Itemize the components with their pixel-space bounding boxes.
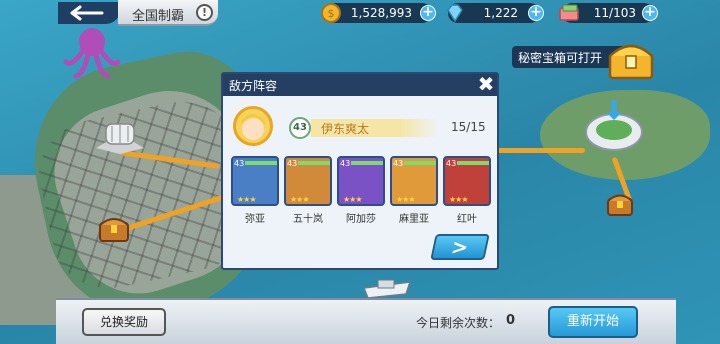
card-name: 阿加莎 (346, 214, 376, 225)
opponent-level: 43 (289, 117, 311, 139)
landmark-gate-icon (96, 123, 144, 154)
card-hp-bar (245, 161, 277, 165)
card-stars: ★★★ (396, 195, 415, 204)
back-arrow-icon (70, 5, 104, 21)
add-coin-button[interactable]: + (420, 5, 436, 21)
card-name: 红叶 (457, 214, 477, 225)
page-title: 全国制霸 (132, 9, 185, 24)
card-hp-bar (457, 161, 489, 165)
card-level: 43 (393, 159, 404, 168)
map-route (495, 148, 585, 153)
card-stars: ★★★ (290, 195, 309, 204)
card-level: 43 (287, 159, 298, 168)
ticket-value: 11/103 (593, 6, 636, 20)
opponent-avatar (233, 106, 273, 146)
add-ticket-button[interactable]: + (642, 5, 658, 21)
back-button[interactable] (58, 2, 120, 24)
coin-counter: $ 1,528,993 + (321, 3, 436, 23)
map-chest-icon[interactable] (98, 213, 130, 243)
treasure-chest-icon[interactable] (606, 36, 656, 82)
card-name: 弥亚 (245, 214, 265, 225)
dialog-title: 敌方阵容 (229, 79, 278, 93)
card-level: 43 (340, 159, 351, 168)
enemy-card[interactable]: 43 ★★★ (390, 156, 438, 206)
enemy-card[interactable]: 43 ★★★ (284, 156, 332, 206)
top-bar: 全国制霸 ! $ 1,528,993 + 1,222 + 11/103 + (0, 0, 720, 28)
enemy-card[interactable]: 43 ★★★ (443, 156, 491, 206)
coin-value: 1,528,993 (350, 6, 412, 20)
opponent-name: 伊东爽太 (321, 122, 370, 136)
restart-button[interactable]: 重新开始 (548, 306, 638, 338)
card-level: 43 (234, 159, 245, 168)
dialog-header: 敌方阵容 ✖ (223, 74, 497, 96)
card-stars: ★★★ (343, 195, 362, 204)
ticket-counter: 11/103 + (559, 3, 658, 23)
bottom-bar: 兑换奖励 今日剩余次数： 0 重新开始 (56, 298, 676, 344)
enemy-cards: 43 ★★★ 弥亚 43 ★★★ 五十岚 43 ★★★ 阿加莎 43 ★★★ 麻… (231, 156, 491, 226)
info-icon[interactable]: ! (196, 4, 213, 21)
add-diamond-button[interactable]: + (528, 5, 544, 21)
card-hp-bar (298, 161, 330, 165)
card-stars: ★★★ (237, 195, 256, 204)
enemy-card[interactable]: 43 ★★★ (231, 156, 279, 206)
secret-chest-label: 秘密宝箱可打开 (518, 51, 603, 65)
diamond-icon (447, 4, 463, 23)
stadium-icon (585, 100, 643, 151)
page-title-plate: 全国制霸 ! (118, 0, 218, 26)
coin-icon: $ (321, 3, 341, 23)
avatar-face-icon (241, 114, 265, 140)
remaining-attempts-count: 0 (506, 313, 516, 328)
enemy-card[interactable]: 43 ★★★ (337, 156, 385, 206)
card-hp-bar (351, 161, 383, 165)
ticket-icon (559, 4, 579, 21)
card-name: 五十岚 (293, 214, 323, 225)
lineup-count: 15/15 (451, 120, 486, 134)
diamond-value: 1,222 (483, 6, 518, 20)
map-chest-icon[interactable] (606, 190, 634, 218)
card-hp-bar (404, 161, 436, 165)
card-stars: ★★★ (449, 195, 468, 204)
enemy-lineup-dialog: 敌方阵容 ✖ 43 伊东爽太 15/15 43 ★★★ 弥亚 43 ★★★ 五十… (221, 72, 499, 270)
close-button[interactable]: ✖ (475, 74, 497, 96)
svg-text:$: $ (328, 7, 335, 20)
diamond-counter: 1,222 + (447, 3, 544, 23)
next-button[interactable]: > (430, 234, 490, 260)
card-name: 麻里亚 (399, 214, 429, 225)
octopus-icon (63, 28, 121, 79)
redeem-reward-button[interactable]: 兑换奖励 (82, 308, 166, 336)
card-level: 43 (446, 159, 457, 168)
remaining-attempts-label: 今日剩余次数： (416, 316, 501, 330)
